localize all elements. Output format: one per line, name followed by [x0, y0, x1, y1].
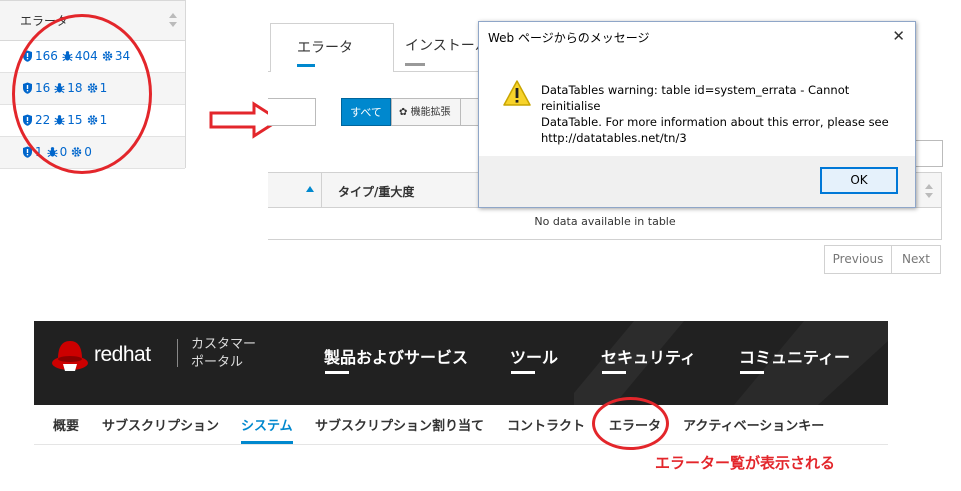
empty-table-message: No data available in table — [534, 215, 676, 228]
highlight-ring-errata-counts — [12, 14, 152, 174]
nav-tools[interactable]: ツール — [510, 344, 558, 368]
tab-indicator — [405, 63, 425, 66]
previous-page-button[interactable]: Previous — [824, 245, 892, 274]
select-column-header[interactable] — [268, 173, 322, 207]
tab-active-indicator — [297, 64, 315, 67]
dialog-footer: OK — [479, 156, 915, 207]
nav-indicator — [511, 371, 535, 374]
annotation-caption: エラーター覧が表示される — [655, 454, 836, 472]
filter-enhancement-button[interactable]: ✿ 機能拡張 — [391, 98, 461, 126]
dialog-titlebar[interactable]: Web ページからのメッセージ ✕ — [479, 22, 915, 52]
grid-body: No data available in table — [268, 208, 942, 240]
logo-divider — [177, 339, 178, 367]
subnav-subscription-allocation[interactable]: サブスクリプション割り当て — [315, 415, 484, 434]
dialog-message: DataTables warning: table id=system_erra… — [541, 82, 901, 146]
portal-subnav: 概要 サブスクリプション システム サブスクリプション割り当て コントラクト エ… — [34, 405, 888, 445]
nav-products-services[interactable]: 製品およびサービス — [324, 344, 468, 368]
portal-label-line: ポータル — [191, 355, 244, 370]
ok-button[interactable]: OK — [820, 167, 898, 194]
sort-ascending-icon[interactable] — [306, 186, 314, 192]
nav-indicator — [740, 371, 764, 374]
dialog-title: Web ページからのメッセージ — [488, 31, 650, 45]
tab-install[interactable]: インストール — [405, 35, 485, 55]
type-severity-header[interactable]: タイプ/重大度 — [338, 183, 414, 200]
dialog-message-line: DataTables warning: table id=system_erra… — [541, 83, 850, 113]
portal-label-line: カスタマー — [191, 337, 257, 352]
close-icon[interactable]: ✕ — [892, 27, 905, 45]
portal-header: redhat カスタマー ポータル 製品およびサービス ツール セキュリティ コ… — [34, 321, 888, 405]
sort-icon[interactable] — [168, 11, 178, 29]
nav-security[interactable]: セキュリティ — [601, 344, 696, 368]
filter-all-button[interactable]: すべて — [341, 98, 391, 126]
highlight-ring-errata-menu — [592, 397, 669, 450]
nav-community[interactable]: コミュニティー — [739, 344, 850, 368]
gear-icon: ✿ — [399, 107, 408, 118]
subnav-subscriptions[interactable]: サブスクリプション — [102, 415, 219, 434]
warning-icon — [503, 80, 531, 106]
tab-errata[interactable]: エラータ — [270, 23, 394, 72]
subnav-systems[interactable]: システム — [241, 415, 293, 434]
next-page-button[interactable]: Next — [891, 245, 941, 274]
sort-icon[interactable] — [924, 183, 934, 199]
subnav-active-indicator — [241, 441, 293, 444]
filter-enhancement-label: 機能拡張 — [410, 107, 451, 118]
redhat-logo-icon[interactable] — [50, 337, 90, 373]
nav-indicator — [325, 371, 349, 374]
dialog-message-line: DataTable. For more information about th… — [541, 115, 889, 129]
dialog-message-line: http://datatables.net/tn/3 — [541, 131, 687, 145]
redhat-wordmark[interactable]: redhat — [94, 343, 151, 367]
tab-errata-label: エラータ — [297, 40, 353, 56]
customer-portal-label[interactable]: カスタマー ポータル — [191, 336, 271, 372]
alert-dialog: Web ページからのメッセージ ✕ DataTables warning: ta… — [478, 21, 916, 208]
subnav-contracts[interactable]: コントラクト — [507, 415, 585, 434]
nav-indicator — [602, 371, 626, 374]
subnav-overview[interactable]: 概要 — [53, 415, 79, 434]
filter-input[interactable] — [268, 98, 316, 126]
subnav-activation-keys[interactable]: アクティベーションキー — [683, 415, 824, 434]
